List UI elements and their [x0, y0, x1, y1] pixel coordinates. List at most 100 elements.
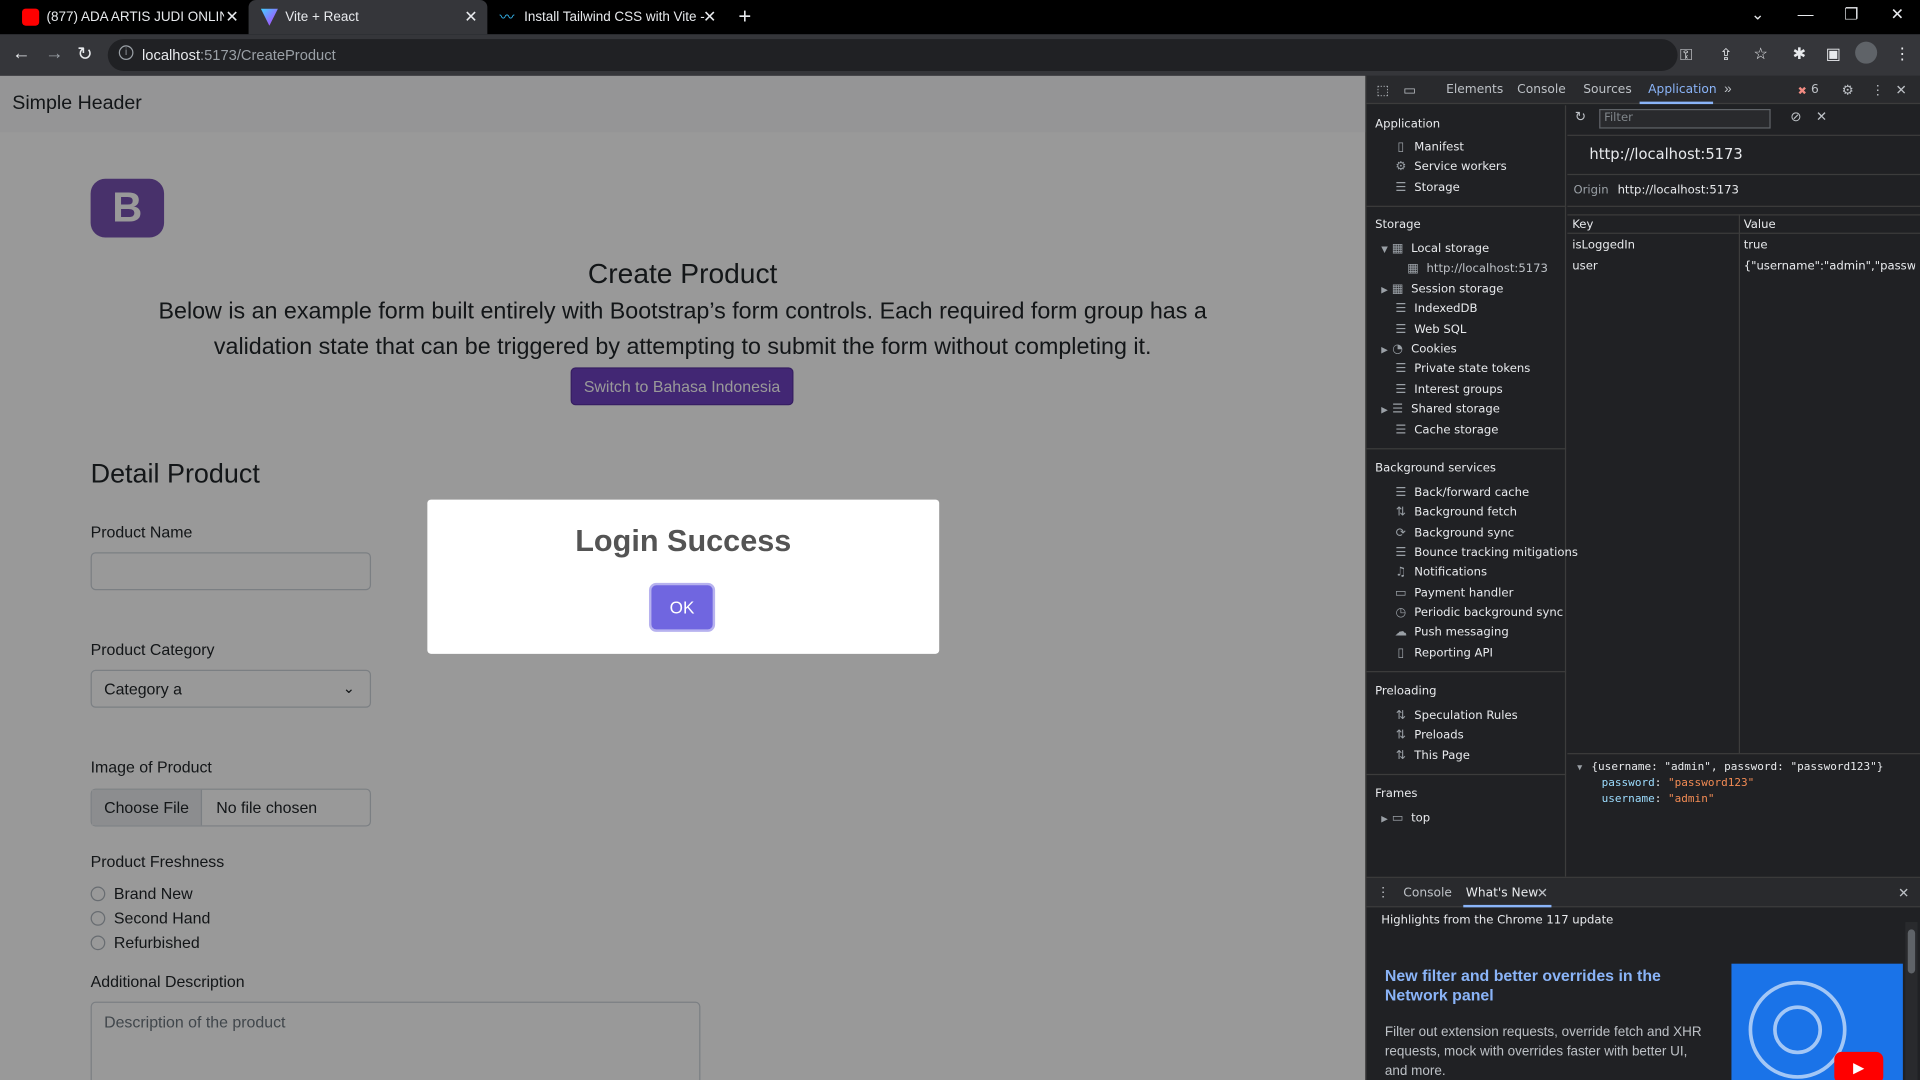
- filter-input[interactable]: Filter: [1599, 108, 1771, 129]
- database-icon: ☰: [1395, 423, 1407, 438]
- close-tab-icon[interactable]: ✕: [703, 7, 716, 27]
- drawer-menu-icon[interactable]: ⋮: [1376, 884, 1389, 900]
- sidebar-label: Preloads: [1414, 728, 1464, 743]
- collapsed-arrow-icon[interactable]: ▶: [1381, 285, 1388, 295]
- drawer-scrollbar[interactable]: [1905, 922, 1918, 1080]
- column-value[interactable]: Value: [1744, 218, 1776, 231]
- sidebar-item-notifications[interactable]: ♫ Notifications: [1393, 566, 1487, 579]
- sidebar-item-local-storage[interactable]: ▼ ▦ Local storage: [1381, 242, 1489, 255]
- refresh-icon[interactable]: ↻: [1575, 109, 1586, 125]
- sidebar-item-service-workers[interactable]: ⚙ Service workers: [1393, 160, 1506, 173]
- sidebar-label: Storage: [1414, 181, 1460, 195]
- sidebar-item-web-sql[interactable]: ☰ Web SQL: [1393, 323, 1466, 336]
- info-icon[interactable]: i: [118, 45, 134, 61]
- row-key[interactable]: isLoggedIn: [1572, 239, 1635, 252]
- devtools-tab-sources[interactable]: Sources: [1583, 83, 1631, 96]
- tab-vite-react[interactable]: Vite + React ✕: [248, 0, 488, 35]
- sidebar-item-periodic-sync[interactable]: ◷ Periodic background sync: [1393, 606, 1563, 619]
- bookmark-star-icon[interactable]: ☆: [1753, 44, 1767, 64]
- collapsed-arrow-icon[interactable]: ▶: [1381, 405, 1388, 415]
- sidebar-item-indexeddb[interactable]: ☰ IndexedDB: [1393, 302, 1477, 315]
- close-tab-icon[interactable]: ✕: [464, 7, 477, 27]
- tab-search-icon[interactable]: ⌄: [1751, 5, 1764, 25]
- sidebar-item-cache-storage[interactable]: ☰ Cache storage: [1393, 424, 1498, 437]
- sidebar-item-bounce-tracking[interactable]: ☰ Bounce tracking mitigations: [1393, 546, 1578, 559]
- devtools-drawer: ⋮ Console What's New ✕ ✕ Highlights from…: [1366, 876, 1920, 1080]
- devtools-tab-elements[interactable]: Elements: [1446, 83, 1503, 96]
- row-value[interactable]: true: [1744, 239, 1768, 252]
- expanded-arrow-icon[interactable]: ▼: [1577, 763, 1582, 773]
- share-icon[interactable]: ⇪: [1719, 45, 1732, 65]
- new-tab-icon[interactable]: +: [738, 4, 751, 30]
- column-key[interactable]: Key: [1572, 218, 1593, 231]
- tab-youtube[interactable]: (877) ADA ARTIS JUDI ONLINE J ✕: [10, 0, 249, 34]
- devtools-tab-console[interactable]: Console: [1517, 83, 1566, 96]
- back-icon[interactable]: ←: [12, 43, 30, 64]
- close-devtools-icon[interactable]: ✕: [1896, 82, 1907, 98]
- error-count[interactable]: 6: [1811, 83, 1819, 96]
- drawer-tab-whats-new[interactable]: What's New: [1466, 887, 1539, 900]
- sidebar-item-shared-storage[interactable]: ▶ ☰ Shared storage: [1381, 403, 1500, 416]
- whats-new-thumbnail[interactable]: ▶: [1731, 963, 1903, 1080]
- value-preview-summary[interactable]: ▼ {username: "admin", password: "passwor…: [1577, 762, 1883, 774]
- menu-icon[interactable]: ⋮: [1894, 44, 1910, 64]
- whats-new-text: Filter out extension requests, override …: [1384, 1024, 1702, 1079]
- delete-selected-icon[interactable]: ✕: [1816, 109, 1827, 125]
- device-toolbar-icon[interactable]: ▭: [1403, 82, 1416, 98]
- inspect-icon[interactable]: ⬚: [1376, 82, 1389, 98]
- drawer-tab-console[interactable]: Console: [1403, 887, 1452, 900]
- sidebar-item-session-storage[interactable]: ▶ ▦ Session storage: [1381, 283, 1503, 296]
- row-value[interactable]: {"username":"admin","passw...: [1744, 260, 1915, 273]
- sidebar-item-preloads[interactable]: ⇅ Preloads: [1393, 728, 1464, 743]
- minimize-icon[interactable]: —: [1798, 5, 1814, 23]
- collapsed-arrow-icon[interactable]: ▶: [1381, 345, 1388, 355]
- sidebar-label: Cookies: [1411, 342, 1457, 357]
- sidebar-item-interest-groups[interactable]: ☰ Interest groups: [1393, 383, 1502, 396]
- profile-avatar[interactable]: [1855, 41, 1878, 64]
- settings-gear-icon[interactable]: ⚙: [1842, 82, 1854, 98]
- extensions-icon[interactable]: ✱: [1793, 44, 1806, 64]
- sidebar-item-top-frame[interactable]: ▶ ▭ top: [1381, 812, 1430, 825]
- scrollbar-thumb[interactable]: [1907, 929, 1916, 974]
- sidebar-item-private-state-tokens[interactable]: ☰ Private state tokens: [1393, 362, 1530, 375]
- gears-icon: ⚙: [1395, 160, 1407, 174]
- whats-new-title[interactable]: New filter and better overrides in the N…: [1385, 966, 1716, 1005]
- tab-tailwind[interactable]: 〰 Install Tailwind CSS with Vite - Ta ✕: [487, 0, 726, 34]
- side-panel-icon[interactable]: ▣: [1826, 44, 1841, 64]
- close-window-icon[interactable]: ✕: [1891, 5, 1904, 25]
- restore-icon[interactable]: ❐: [1844, 5, 1858, 25]
- prop-value: "password123": [1668, 777, 1755, 790]
- expanded-arrow-icon[interactable]: ▼: [1381, 244, 1388, 254]
- sidebar-item-local-storage-origin[interactable]: ▦ http://localhost:5173: [1406, 262, 1548, 275]
- clear-all-icon[interactable]: ⊘: [1790, 109, 1801, 125]
- clock-icon: ◷: [1395, 606, 1407, 620]
- devtools-menu-icon[interactable]: ⋮: [1871, 82, 1884, 98]
- sidebar-item-background-sync[interactable]: ⟳ Background sync: [1393, 527, 1514, 540]
- sidebar-item-payment-handler[interactable]: ▭ Payment handler: [1393, 587, 1513, 600]
- more-tabs-icon[interactable]: »: [1724, 82, 1732, 97]
- error-icon[interactable]: ✖: [1798, 84, 1807, 97]
- close-drawer-icon[interactable]: ✕: [1898, 885, 1909, 902]
- close-tab-icon[interactable]: ✕: [225, 7, 238, 27]
- devtools-tab-application[interactable]: Application: [1648, 83, 1716, 96]
- sidebar-item-bfcache[interactable]: ☰ Back/forward cache: [1393, 486, 1529, 499]
- sidebar-item-manifest[interactable]: ▯ Manifest: [1393, 141, 1464, 154]
- reload-icon[interactable]: ↻: [77, 43, 92, 65]
- ok-button[interactable]: OK: [651, 585, 713, 630]
- sidebar-item-storage[interactable]: ☰ Storage: [1393, 181, 1459, 194]
- sidebar-item-this-page[interactable]: ⇅ This Page: [1393, 749, 1470, 762]
- row-key[interactable]: user: [1572, 260, 1597, 273]
- sidebar-item-cookies[interactable]: ▶ ◔ Cookies: [1381, 343, 1456, 356]
- close-tab-icon[interactable]: ✕: [1537, 885, 1548, 902]
- youtube-play-icon[interactable]: ▶: [1834, 1051, 1884, 1080]
- sidebar-item-reporting-api[interactable]: ▯ Reporting API: [1393, 647, 1493, 660]
- database-icon: ☰: [1395, 486, 1407, 500]
- sidebar-item-push-messaging[interactable]: ☁ Push messaging: [1393, 626, 1509, 639]
- collapsed-arrow-icon[interactable]: ▶: [1381, 814, 1388, 824]
- address-bar[interactable]: i localhost:5173/CreateProduct ⚿ ⇪ ☆: [107, 39, 1768, 72]
- key-icon[interactable]: ⚿: [1680, 45, 1692, 65]
- forward-icon[interactable]: →: [45, 43, 63, 64]
- sidebar-label: Background sync: [1414, 526, 1515, 541]
- sidebar-item-background-fetch[interactable]: ⇅ Background fetch: [1393, 506, 1517, 519]
- sidebar-item-speculation-rules[interactable]: ⇅ Speculation Rules: [1393, 709, 1518, 722]
